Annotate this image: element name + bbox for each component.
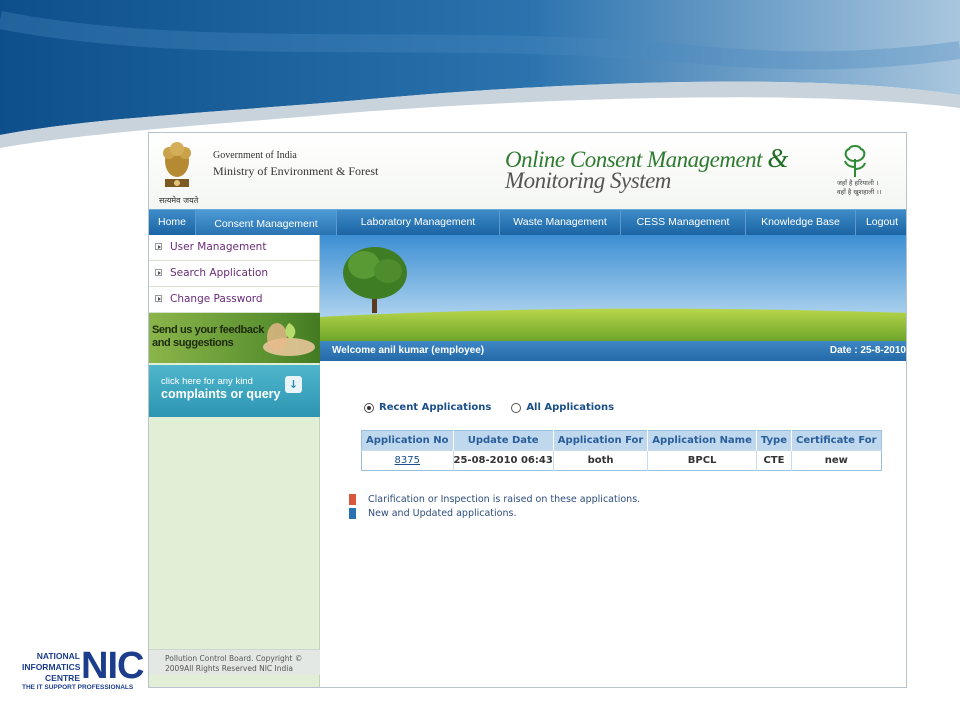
application-no-cell: 8375	[361, 450, 454, 471]
application-filter: Recent Applications All Applications	[364, 402, 634, 413]
left-sidebar: User Management Search Application Chang…	[149, 235, 320, 687]
nic-tagline: THE IT SUPPORT PROFESSIONALS	[22, 684, 134, 691]
column-header: Application Name	[647, 430, 757, 451]
feedback-text: Send us your feedback and suggestions	[152, 324, 265, 349]
feedback-banner[interactable]: Send us your feedback and suggestions	[149, 313, 320, 363]
arrow-bullet-icon	[155, 295, 162, 302]
application-window: सत्यमेव जयते Government of India Ministr…	[148, 132, 907, 688]
sidebar-item-change-password[interactable]: Change Password	[149, 287, 319, 313]
nav-knowledge-base[interactable]: Knowledge Base	[746, 210, 856, 235]
landscape-banner	[320, 235, 906, 341]
complaint-banner[interactable]: click here for any kind complaints or qu…	[149, 365, 320, 417]
certificate-for-cell: new	[791, 450, 882, 471]
complaint-small-text: click here for any kind	[161, 376, 253, 387]
column-header: Application For	[553, 430, 649, 451]
slide-header-background	[0, 0, 960, 150]
column-header: Certificate For	[791, 430, 882, 451]
nav-home[interactable]: Home	[149, 210, 196, 235]
type-cell: CTE	[756, 450, 792, 471]
application-name-cell: BPCL	[647, 450, 757, 471]
sidebar-item-user-management[interactable]: User Management	[149, 235, 319, 261]
applications-table: Application No Update Date Application F…	[361, 430, 882, 471]
welcome-bar: Welcome anil kumar (employee) Date : 25-…	[320, 341, 906, 361]
arrow-bullet-icon	[155, 269, 162, 276]
all-applications-radio[interactable]	[511, 402, 522, 413]
hindi-slogan: जहाँ है हरियाली । वहाँ है खुशहाली ।।	[837, 179, 882, 196]
nic-logo: NATIONAL INFORMATICS CENTRE NIC THE IT S…	[22, 647, 144, 693]
copyright-footer: Pollution Control Board. Copyright © 200…	[149, 649, 320, 675]
blue-swatch-icon	[349, 508, 356, 519]
table-row: 8375 25-08-2010 06:43 both BPCL CTE new	[361, 450, 882, 471]
nav-waste-management[interactable]: Waste Management	[500, 210, 621, 235]
legend-item-clarification: Clarification or Inspection is raised on…	[349, 494, 640, 505]
nav-logout[interactable]: Logout	[856, 210, 906, 235]
table-header-row: Application No Update Date Application F…	[361, 430, 882, 451]
top-navigation: Home Consent Management Laboratory Manag…	[149, 209, 906, 235]
application-for-cell: both	[553, 450, 649, 471]
tree-logo-icon	[835, 143, 875, 179]
sidebar-item-label: User Management	[170, 241, 267, 253]
sidebar-item-search-application[interactable]: Search Application	[149, 261, 319, 287]
sidebar-item-label: Search Application	[170, 267, 269, 279]
arrow-bullet-icon	[155, 243, 162, 250]
column-header: Update Date	[453, 430, 554, 451]
all-applications-label[interactable]: All Applications	[526, 402, 614, 413]
nic-acronym: NIC	[81, 645, 144, 687]
update-date-cell: 25-08-2010 06:43	[453, 450, 554, 471]
nic-full-name: NATIONAL INFORMATICS CENTRE	[22, 651, 81, 683]
column-header: Application No	[361, 430, 454, 451]
welcome-text: Welcome anil kumar (employee)	[332, 345, 485, 356]
red-swatch-icon	[349, 494, 356, 505]
national-emblem-icon: सत्यमेव जयते	[159, 139, 205, 207]
government-label: Government of India	[213, 150, 297, 161]
nav-laboratory-management[interactable]: Laboratory Management	[337, 210, 500, 235]
legend-text: Clarification or Inspection is raised on…	[368, 494, 641, 505]
date-label: Date : 25-8-2010	[829, 345, 906, 356]
recent-applications-radio[interactable]	[364, 402, 374, 413]
legend-item-new: New and Updated applications.	[349, 508, 516, 519]
nav-cess-management[interactable]: CESS Management	[621, 210, 746, 235]
complaint-big-text: complaints or query	[161, 387, 281, 401]
application-no-link[interactable]: 8375	[395, 455, 420, 466]
down-arrow-icon: ↓	[285, 376, 302, 393]
sidebar-item-label: Change Password	[170, 293, 263, 305]
site-header: सत्यमेव जयते Government of India Ministr…	[149, 133, 906, 209]
legend-text: New and Updated applications.	[368, 508, 517, 519]
ministry-label: Ministry of Environment & Forest	[213, 164, 379, 178]
column-header: Type	[756, 430, 792, 451]
recent-applications-label[interactable]: Recent Applications	[379, 402, 491, 413]
emblem-motto: सत्यमेव जयते	[159, 196, 199, 205]
nav-consent-management[interactable]: Consent Management	[196, 210, 337, 235]
system-title-line2: Monitoring System	[505, 168, 671, 193]
